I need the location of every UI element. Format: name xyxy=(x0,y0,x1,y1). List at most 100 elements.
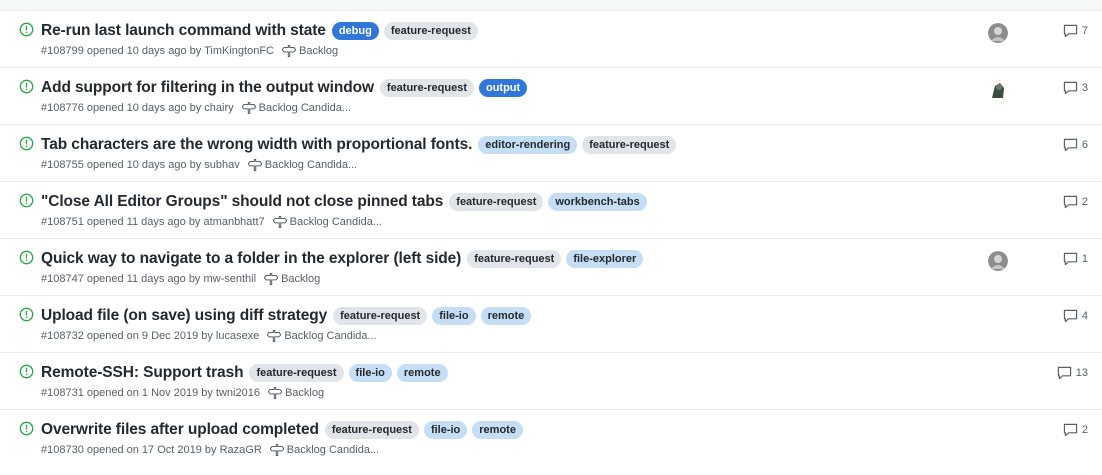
label-feature-request[interactable]: feature-request xyxy=(467,250,562,268)
label-feature-request[interactable]: feature-request xyxy=(383,22,478,40)
assignee-avatar[interactable] xyxy=(988,23,1008,43)
label-editor-rendering[interactable]: editor-rendering xyxy=(478,136,578,154)
issue-meta-text: #108799 opened 10 days ago by TimKington… xyxy=(41,45,274,57)
issue-opened-icon xyxy=(19,136,34,151)
comment-count: 2 xyxy=(1081,196,1088,208)
issue-meta-text: #108732 opened on 9 Dec 2019 by lucasexe xyxy=(41,330,260,342)
milestone-link[interactable]: Backlog xyxy=(299,45,338,57)
label-file-explorer[interactable]: file-explorer xyxy=(566,250,644,268)
label-workbench-tabs[interactable]: workbench-tabs xyxy=(548,193,647,211)
milestone-link[interactable]: Backlog xyxy=(285,387,324,399)
milestone-link[interactable]: Backlog Candida... xyxy=(287,444,379,456)
issue-meta: #108731 opened on 1 Nov 2019 by twni2016… xyxy=(41,387,324,399)
issue-row[interactable]: Quick way to navigate to a folder in the… xyxy=(0,239,1102,296)
label-output[interactable]: output xyxy=(478,79,528,97)
issue-title-link[interactable]: Overwrite files after upload completed xyxy=(41,421,319,439)
issue-opened-icon xyxy=(19,307,34,322)
label-feature-request[interactable]: feature-request xyxy=(324,421,419,439)
issue-title-link[interactable]: Upload file (on save) using diff strateg… xyxy=(41,307,327,325)
milestone-icon xyxy=(247,159,263,171)
comment-count: 3 xyxy=(1081,82,1088,94)
issue-title-line: "Close All Editor Groups" should not clo… xyxy=(41,191,652,213)
issue-row[interactable]: Add support for filtering in the output … xyxy=(0,68,1102,125)
issue-meta-text: #108747 opened 11 days ago by mw-senthil xyxy=(41,273,257,285)
issue-opened-icon xyxy=(19,79,34,94)
issue-row[interactable]: Tab characters are the wrong width with … xyxy=(0,125,1102,182)
issue-opened-icon xyxy=(19,193,34,208)
issue-row[interactable]: Remote-SSH: Support trash feature-request… xyxy=(0,353,1102,410)
comment-icon xyxy=(1063,423,1078,437)
milestone-icon xyxy=(272,216,288,228)
issue-title-link[interactable]: Remote-SSH: Support trash xyxy=(41,364,244,382)
issue-opened-icon xyxy=(19,22,34,37)
label-remote[interactable]: remote xyxy=(396,364,448,382)
label-feature-request[interactable]: feature-request xyxy=(582,136,677,154)
milestone-icon xyxy=(281,45,297,57)
comments-link[interactable]: 4 xyxy=(1063,309,1088,323)
issue-meta: #108776 opened 10 days ago by chairy Back… xyxy=(41,102,351,114)
issue-meta: #108730 opened on 17 Oct 2019 by RazaGR B… xyxy=(41,444,379,456)
comments-link[interactable]: 13 xyxy=(1057,366,1088,380)
issue-row[interactable]: Re-run last launch command with state deb… xyxy=(0,11,1102,68)
issue-title-link[interactable]: Re-run last launch command with state xyxy=(41,22,326,40)
comments-link[interactable]: 7 xyxy=(1063,24,1088,38)
milestone-icon xyxy=(266,330,282,342)
issue-row[interactable]: "Close All Editor Groups" should not clo… xyxy=(0,182,1102,239)
comment-count: 13 xyxy=(1075,367,1088,379)
issue-title-link[interactable]: Quick way to navigate to a folder in the… xyxy=(41,250,461,268)
label-feature-request[interactable]: feature-request xyxy=(249,364,344,382)
assignee-avatar[interactable] xyxy=(988,251,1008,271)
issue-title-link[interactable]: Add support for filtering in the output … xyxy=(41,79,374,97)
issue-row[interactable]: Upload file (on save) using diff strateg… xyxy=(0,296,1102,353)
issue-title-line: Overwrite files after upload completed fe… xyxy=(41,419,528,441)
comment-icon xyxy=(1063,309,1078,323)
comments-link[interactable]: 2 xyxy=(1063,423,1088,437)
comments-link[interactable]: 3 xyxy=(1063,81,1088,95)
issue-title-link[interactable]: "Close All Editor Groups" should not clo… xyxy=(41,193,443,211)
milestone-link[interactable]: Backlog Candida... xyxy=(284,330,376,342)
issue-meta-text: #108751 opened 11 days ago by atmanbhatt… xyxy=(41,216,265,228)
comment-icon xyxy=(1063,195,1078,209)
label-remote[interactable]: remote xyxy=(472,421,523,439)
issue-title-line: Remote-SSH: Support trash feature-request… xyxy=(41,362,453,384)
comment-icon xyxy=(1063,81,1078,95)
comments-link[interactable]: 2 xyxy=(1063,195,1088,209)
issue-list: Re-run last launch command with state deb… xyxy=(0,11,1102,467)
milestone-link[interactable]: Backlog Candida... xyxy=(259,102,351,114)
issue-meta: #108747 opened 11 days ago by mw-senthil… xyxy=(41,273,320,285)
milestone-icon xyxy=(263,273,279,285)
issue-meta-text: #108776 opened 10 days ago by chairy xyxy=(41,102,234,114)
label-feature-request[interactable]: feature-request xyxy=(333,307,428,325)
comments-link[interactable]: 6 xyxy=(1063,138,1088,152)
issue-title-link[interactable]: Tab characters are the wrong width with … xyxy=(41,136,472,154)
assignee-avatar[interactable] xyxy=(988,80,1008,100)
milestone-icon xyxy=(241,102,257,114)
comment-count: 2 xyxy=(1081,424,1088,436)
milestone-link[interactable]: Backlog Candida... xyxy=(265,159,357,171)
issue-meta-text: #108731 opened on 1 Nov 2019 by twni2016 xyxy=(41,387,260,399)
label-file-io[interactable]: file-io xyxy=(432,307,476,325)
issue-opened-icon xyxy=(19,421,34,436)
issue-opened-icon xyxy=(19,250,34,265)
label-feature-request[interactable]: feature-request xyxy=(379,79,474,97)
comment-icon xyxy=(1063,252,1078,266)
label-file-io[interactable]: file-io xyxy=(423,421,468,439)
milestone-link[interactable]: Backlog Candida... xyxy=(290,216,382,228)
label-file-io[interactable]: file-io xyxy=(348,364,392,382)
issue-meta-text: #108755 opened 10 days ago by subhav xyxy=(41,159,240,171)
issue-title-line: Upload file (on save) using diff strateg… xyxy=(41,305,536,327)
comment-count: 4 xyxy=(1081,310,1088,322)
milestone-link[interactable]: Backlog xyxy=(281,273,320,285)
issue-title-line: Tab characters are the wrong width with … xyxy=(41,134,681,156)
label-feature-request[interactable]: feature-request xyxy=(449,193,544,211)
issue-meta-text: #108730 opened on 17 Oct 2019 by RazaGR xyxy=(41,444,262,456)
milestone-icon xyxy=(267,387,283,399)
issue-meta: #108751 opened 11 days ago by atmanbhatt… xyxy=(41,216,382,228)
comment-icon xyxy=(1057,366,1072,380)
issue-title-line: Re-run last launch command with state deb… xyxy=(41,20,483,42)
label-remote[interactable]: remote xyxy=(480,307,532,325)
label-debug[interactable]: debug xyxy=(331,22,379,40)
comment-count: 1 xyxy=(1081,253,1088,265)
comments-link[interactable]: 1 xyxy=(1063,252,1088,266)
issue-row[interactable]: Overwrite files after upload completed fe… xyxy=(0,410,1102,467)
